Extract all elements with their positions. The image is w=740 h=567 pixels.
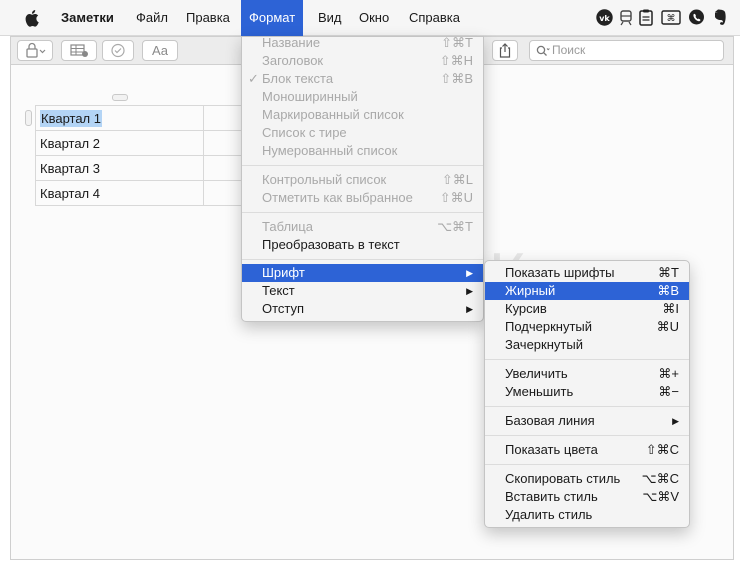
menu-item-title[interactable]: Название ⇧⌘T: [242, 34, 483, 52]
format-menu: Название ⇧⌘T Заголовок ⇧⌘H ✓ Блок текста ⇧⌘B…: [241, 34, 484, 322]
apple-icon[interactable]: [25, 9, 41, 27]
table-cell[interactable]: [203, 105, 244, 131]
menu-edit[interactable]: Правка: [186, 0, 230, 36]
menu-item-numbered-list[interactable]: Нумерованный список: [242, 142, 483, 160]
submenu-arrow-icon: ▶: [466, 268, 473, 278]
svg-text:⌘: ⌘: [667, 14, 676, 24]
clipboard-icon[interactable]: [639, 9, 653, 26]
menu-item-copy-style[interactable]: Скопировать стиль ⌥⌘C: [485, 470, 689, 488]
menu-item-strikethrough[interactable]: Зачеркнутый: [485, 336, 689, 354]
menu-separator: [485, 464, 689, 465]
menu-format[interactable]: Формат: [241, 0, 304, 36]
table-cell[interactable]: Квартал 1: [35, 105, 204, 131]
menu-view[interactable]: Вид: [318, 0, 342, 36]
menu-item-show-fonts[interactable]: Показать шрифты ⌘T: [485, 264, 689, 282]
share-icon: [499, 43, 511, 58]
evernote-icon[interactable]: [712, 9, 727, 26]
submenu-arrow-icon: ▶: [672, 416, 679, 426]
menu-item-mark-checked[interactable]: Отметить как выбранное ⇧⌘U: [242, 189, 483, 207]
menu-separator: [485, 435, 689, 436]
table-cell[interactable]: [203, 180, 244, 206]
checklist-button[interactable]: [102, 40, 134, 61]
selected-cell-text[interactable]: Квартал 1: [40, 109, 102, 127]
train-icon[interactable]: [618, 9, 634, 26]
menu-window[interactable]: Окно: [359, 0, 389, 36]
menu-item-italic[interactable]: Курсив ⌘I: [485, 300, 689, 318]
table-row: Квартал 4: [35, 180, 244, 206]
font-button[interactable]: Aa: [142, 40, 178, 61]
checkmark-icon: ✓: [248, 71, 259, 86]
menu-separator: [485, 359, 689, 360]
column-handle[interactable]: [112, 94, 128, 101]
lock-icon: [26, 42, 46, 58]
table-row: Квартал 2: [35, 130, 244, 156]
menu-separator: [242, 212, 483, 213]
submenu-arrow-icon: ▶: [466, 304, 473, 314]
menu-item-indent[interactable]: Отступ ▶: [242, 300, 483, 318]
search-icon: [536, 45, 550, 56]
menu-item-show-colors[interactable]: Показать цвета ⇧⌘C: [485, 441, 689, 459]
menu-item-text[interactable]: Текст ▶: [242, 282, 483, 300]
menu-help[interactable]: Справка: [409, 0, 460, 36]
menu-item-table[interactable]: Таблица ⌥⌘T: [242, 218, 483, 236]
menu-item-baseline[interactable]: Базовая линия ▶: [485, 412, 689, 430]
menu-item-heading[interactable]: Заголовок ⇧⌘H: [242, 52, 483, 70]
table-row: Квартал 3: [35, 155, 244, 181]
menu-item-font[interactable]: Шрифт ▶: [242, 264, 483, 282]
table-cell[interactable]: [203, 155, 244, 181]
search-input[interactable]: Поиск: [529, 40, 724, 61]
menu-item-convert-to-text[interactable]: Преобразовать в текст: [242, 236, 483, 254]
menu-item-bold[interactable]: Жирный ⌘B: [485, 282, 689, 300]
menu-item-bigger[interactable]: Увеличить ⌘+: [485, 365, 689, 383]
search-placeholder: Поиск: [552, 43, 586, 57]
row-handle[interactable]: [25, 110, 32, 126]
keyboard-icon[interactable]: ⌘: [661, 9, 681, 26]
menu-item-smaller[interactable]: Уменьшить ⌘−: [485, 383, 689, 401]
menu-item-paste-style[interactable]: Вставить стиль ⌥⌘V: [485, 488, 689, 506]
menu-separator: [242, 165, 483, 166]
table-button[interactable]: [61, 40, 97, 61]
menu-file[interactable]: Файл: [136, 0, 168, 36]
table-icon: [70, 44, 88, 57]
menu-separator: [242, 259, 483, 260]
menu-item-bulleted-list[interactable]: Маркированный список: [242, 106, 483, 124]
menu-item-body[interactable]: ✓ Блок текста ⇧⌘B: [242, 70, 483, 88]
share-button[interactable]: [492, 40, 518, 61]
vk-icon[interactable]: vk: [596, 9, 613, 26]
font-submenu: Показать шрифты ⌘T Жирный ⌘B Курсив ⌘I Подч…: [484, 260, 690, 528]
notes-table: Квартал 1 Квартал 2 Квартал 3 Квартал 4: [35, 105, 244, 206]
menu-item-monospaced[interactable]: Моноширинный: [242, 88, 483, 106]
table-row: Квартал 1: [35, 105, 244, 131]
table-cell[interactable]: Квартал 2: [35, 130, 204, 156]
menu-bar: Заметки Файл Правка Формат Вид Окно Спра…: [0, 0, 740, 36]
submenu-arrow-icon: ▶: [466, 286, 473, 296]
menu-item-checklist[interactable]: Контрольный список ⇧⌘L: [242, 171, 483, 189]
svg-text:vk: vk: [599, 14, 610, 23]
lock-button[interactable]: [17, 40, 53, 61]
menu-item-dashed-list[interactable]: Список с тире: [242, 124, 483, 142]
menu-notes[interactable]: Заметки: [61, 0, 114, 36]
table-cell[interactable]: Квартал 4: [35, 180, 204, 206]
viber-icon[interactable]: [688, 9, 705, 26]
menu-item-underline[interactable]: Подчеркнутый ⌘U: [485, 318, 689, 336]
menu-item-remove-style[interactable]: Удалить стиль: [485, 506, 689, 524]
table-cell[interactable]: Квартал 3: [35, 155, 204, 181]
table-cell[interactable]: [203, 130, 244, 156]
checkmark-circle-icon: [111, 43, 125, 58]
menu-separator: [485, 406, 689, 407]
